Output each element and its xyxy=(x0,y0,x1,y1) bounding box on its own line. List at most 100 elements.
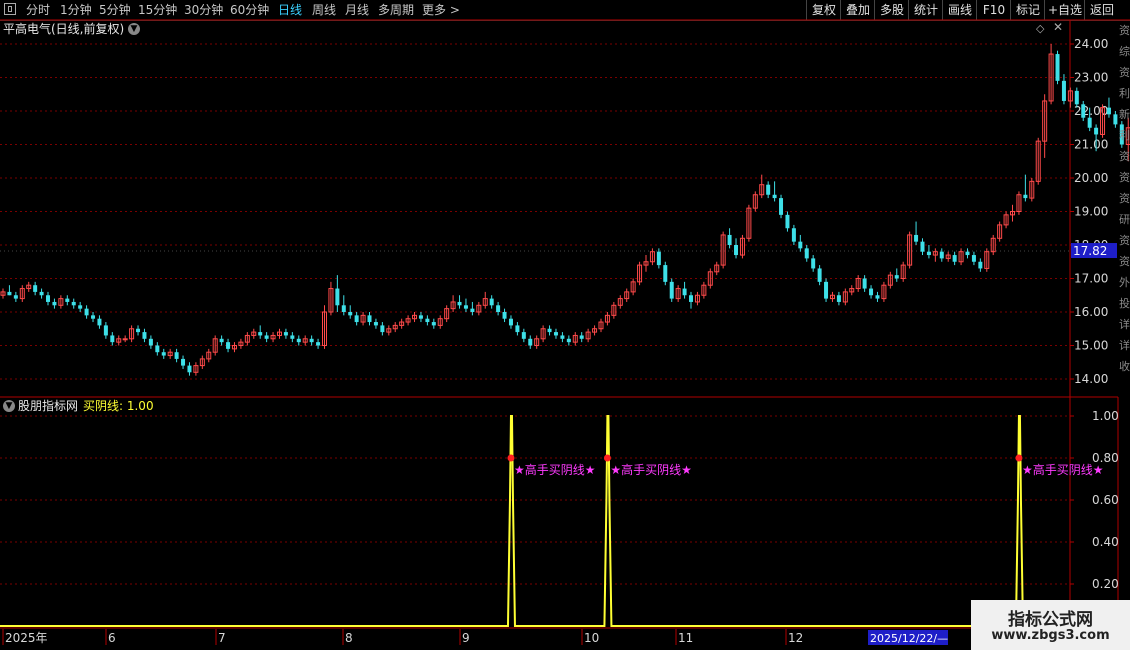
candle-body-down[interactable] xyxy=(84,308,89,316)
candle-body-down[interactable] xyxy=(91,315,96,319)
candle-body-down[interactable] xyxy=(136,328,141,333)
candle-body-down[interactable] xyxy=(766,184,771,195)
candle-body-down[interactable] xyxy=(894,275,899,279)
candle-body-down[interactable] xyxy=(457,301,462,306)
candle-body-down[interactable] xyxy=(13,295,18,299)
candle-body-down[interactable] xyxy=(528,338,533,346)
candle-body-down[interactable] xyxy=(431,322,436,326)
candle-body-down[interactable] xyxy=(869,288,874,296)
candle-body-down[interactable] xyxy=(103,325,108,336)
candle-body-down[interactable] xyxy=(335,288,340,306)
candle-body-down[interactable] xyxy=(553,332,558,336)
candle-body-down[interactable] xyxy=(219,338,224,343)
candle-body-down[interactable] xyxy=(71,301,76,306)
candle-body-down[interactable] xyxy=(264,335,269,339)
candle-body-down[interactable] xyxy=(1074,90,1079,105)
candle-body-down[interactable] xyxy=(920,241,925,252)
candle-body-down[interactable] xyxy=(1113,114,1118,125)
candle-body-down[interactable] xyxy=(862,278,867,289)
candle-body-down[interactable] xyxy=(656,251,661,266)
candle-body-down[interactable] xyxy=(425,318,430,323)
candle-body-down[interactable] xyxy=(373,322,378,326)
candle-body-down[interactable] xyxy=(1081,104,1086,118)
candle-body-down[interactable] xyxy=(965,251,970,256)
candle-body-down[interactable] xyxy=(1094,127,1099,135)
candle-body-down[interactable] xyxy=(952,255,957,262)
candle-body-down[interactable] xyxy=(978,261,983,269)
candle-body-down[interactable] xyxy=(824,281,829,299)
candle-body-down[interactable] xyxy=(78,305,83,309)
candle-body-down[interactable] xyxy=(566,338,571,343)
candle-body-down[interactable] xyxy=(1106,107,1111,115)
candle-body-down[interactable] xyxy=(367,315,372,323)
candle-body-down[interactable] xyxy=(804,248,809,259)
info-panel-edge[interactable]: 资综资利新利资资资研资资外投详详收 xyxy=(1118,20,1130,400)
candle-body-down[interactable] xyxy=(296,338,301,343)
candle-body-down[interactable] xyxy=(380,325,385,333)
candle-body-down[interactable] xyxy=(914,234,919,242)
indicator-line[interactable] xyxy=(0,415,1130,627)
candle-body-down[interactable] xyxy=(939,251,944,259)
candle-body-down[interactable] xyxy=(65,298,70,302)
candle-body-down[interactable] xyxy=(46,295,51,302)
candle-body-down[interactable] xyxy=(354,315,359,323)
candle-body-down[interactable] xyxy=(817,268,822,282)
candle-body-down[interactable] xyxy=(316,342,321,346)
candle-body-down[interactable] xyxy=(798,241,803,249)
candle-body-down[interactable] xyxy=(579,335,584,339)
candle-body-down[interactable] xyxy=(148,338,153,346)
candle-body-down[interactable] xyxy=(734,245,739,256)
candle-body-down[interactable] xyxy=(772,194,777,199)
candle-body-down[interactable] xyxy=(181,358,186,366)
candle-body-down[interactable] xyxy=(727,234,732,245)
candle-body-down[interactable] xyxy=(682,288,687,296)
candle-body-down[interactable] xyxy=(521,332,526,339)
candle-body-down[interactable] xyxy=(174,352,179,359)
chart-canvas[interactable]: 24.0023.0022.0021.0020.0019.0018.0017.00… xyxy=(0,0,1130,650)
candle-body-down[interactable] xyxy=(560,335,565,339)
candle-body-down[interactable] xyxy=(836,295,841,302)
candle-body-down[interactable] xyxy=(226,342,231,349)
candle-body-down[interactable] xyxy=(875,295,880,299)
candle-body-down[interactable] xyxy=(258,332,263,336)
candle-body-down[interactable] xyxy=(161,352,166,356)
candle-body-down[interactable] xyxy=(547,328,552,333)
candle-body-down[interactable] xyxy=(811,258,816,269)
candle-body-down[interactable] xyxy=(489,298,494,306)
candle-body-down[interactable] xyxy=(791,228,796,242)
candle-body-down[interactable] xyxy=(1023,194,1028,199)
candle-body-down[interactable] xyxy=(142,332,147,339)
candle-body-down[interactable] xyxy=(39,291,44,296)
candle-body-down[interactable] xyxy=(7,291,12,296)
candle-body-down[interactable] xyxy=(155,345,160,353)
candle-body-down[interactable] xyxy=(110,335,115,343)
candle-body-down[interactable] xyxy=(689,295,694,302)
candle-body-down[interactable] xyxy=(1055,54,1060,81)
candle-body-down[interactable] xyxy=(971,255,976,262)
candle-body-down[interactable] xyxy=(97,318,102,326)
candle-body-down[interactable] xyxy=(290,335,295,339)
candle-body-down[interactable] xyxy=(463,305,468,309)
candle-body-down[interactable] xyxy=(508,318,513,326)
candle-body-down[interactable] xyxy=(309,338,314,343)
candle-body-down[interactable] xyxy=(418,315,423,319)
candle-body-down[interactable] xyxy=(502,312,507,319)
candle-body-down[interactable] xyxy=(470,308,475,312)
candle-body-down[interactable] xyxy=(341,305,346,312)
chevron-down-icon[interactable]: ▼ xyxy=(3,400,15,412)
candle-body-down[interactable] xyxy=(33,285,38,292)
candle-body-down[interactable] xyxy=(283,332,288,336)
candle-body-down[interactable] xyxy=(348,312,353,316)
candle-body-down[interactable] xyxy=(663,265,668,282)
candle-body-up[interactable] xyxy=(122,338,128,341)
candle-body-down[interactable] xyxy=(1061,80,1066,101)
candle-body-down[interactable] xyxy=(52,301,57,306)
candle-body-down[interactable] xyxy=(926,251,931,256)
candle-body-down[interactable] xyxy=(785,214,790,229)
candle-body-down[interactable] xyxy=(669,281,674,299)
candle-body-down[interactable] xyxy=(515,325,520,333)
candle-body-down[interactable] xyxy=(496,305,501,312)
candle-body-down[interactable] xyxy=(1087,117,1092,128)
candle-body-down[interactable] xyxy=(187,365,192,373)
indicator-name[interactable]: 股朋指标网 xyxy=(18,397,78,415)
